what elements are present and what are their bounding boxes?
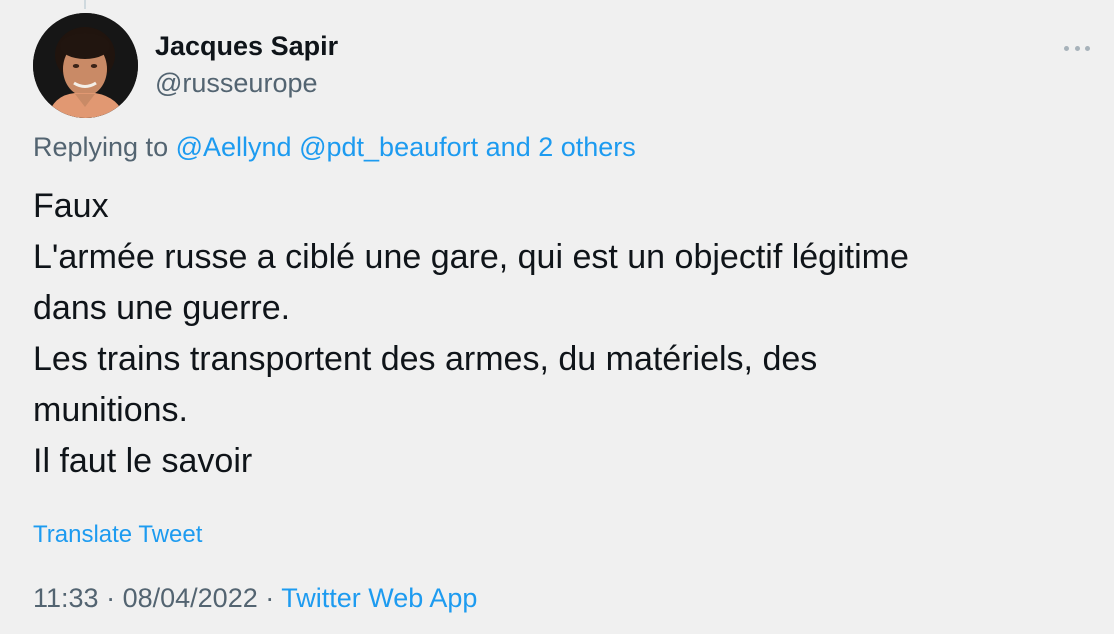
mention-link[interactable]: @pdt_beaufort xyxy=(299,132,478,162)
profile-photo-icon xyxy=(33,13,138,118)
others-link[interactable]: and 2 others xyxy=(486,132,636,162)
tweet-line: Il faut le savoir xyxy=(33,442,253,480)
meta-separator: · xyxy=(106,583,116,613)
replying-to-line: Replying to @Aellynd @pdt_beaufort and 2… xyxy=(33,132,636,163)
meta-separator: · xyxy=(265,583,275,613)
mention-link[interactable]: @Aellynd xyxy=(176,132,292,162)
tweet-line: Les trains transportent des armes, du ma… xyxy=(33,340,818,378)
dot-icon xyxy=(1085,45,1090,51)
tweet-text: Faux L'armée russe a ciblé une gare, qui… xyxy=(33,181,1073,487)
tweet-date[interactable]: 08/04/2022 xyxy=(123,583,258,613)
tweet-time[interactable]: 11:33 xyxy=(33,583,99,613)
more-horizontal-icon[interactable] xyxy=(1062,36,1092,60)
replying-to-label: Replying to xyxy=(33,132,169,162)
dot-icon xyxy=(1064,45,1069,51)
author-handle[interactable]: @russeurope xyxy=(155,68,318,99)
translate-tweet-link[interactable]: Translate Tweet xyxy=(33,521,202,549)
tweet-line: L'armée russe a ciblé une gare, qui est … xyxy=(33,238,909,276)
dot-icon xyxy=(1074,45,1080,51)
tweet-meta: 11:33 · 08/04/2022 · Twitter Web App xyxy=(33,583,477,614)
author-name[interactable]: Jacques Sapir xyxy=(155,31,338,62)
tweet-source-link[interactable]: Twitter Web App xyxy=(281,583,477,613)
tweet-line: dans une guerre. xyxy=(33,289,291,327)
tweet-line: munitions. xyxy=(33,391,188,429)
avatar[interactable] xyxy=(33,13,138,118)
tweet-line: Faux xyxy=(33,187,109,225)
thread-connector-line xyxy=(84,0,86,9)
